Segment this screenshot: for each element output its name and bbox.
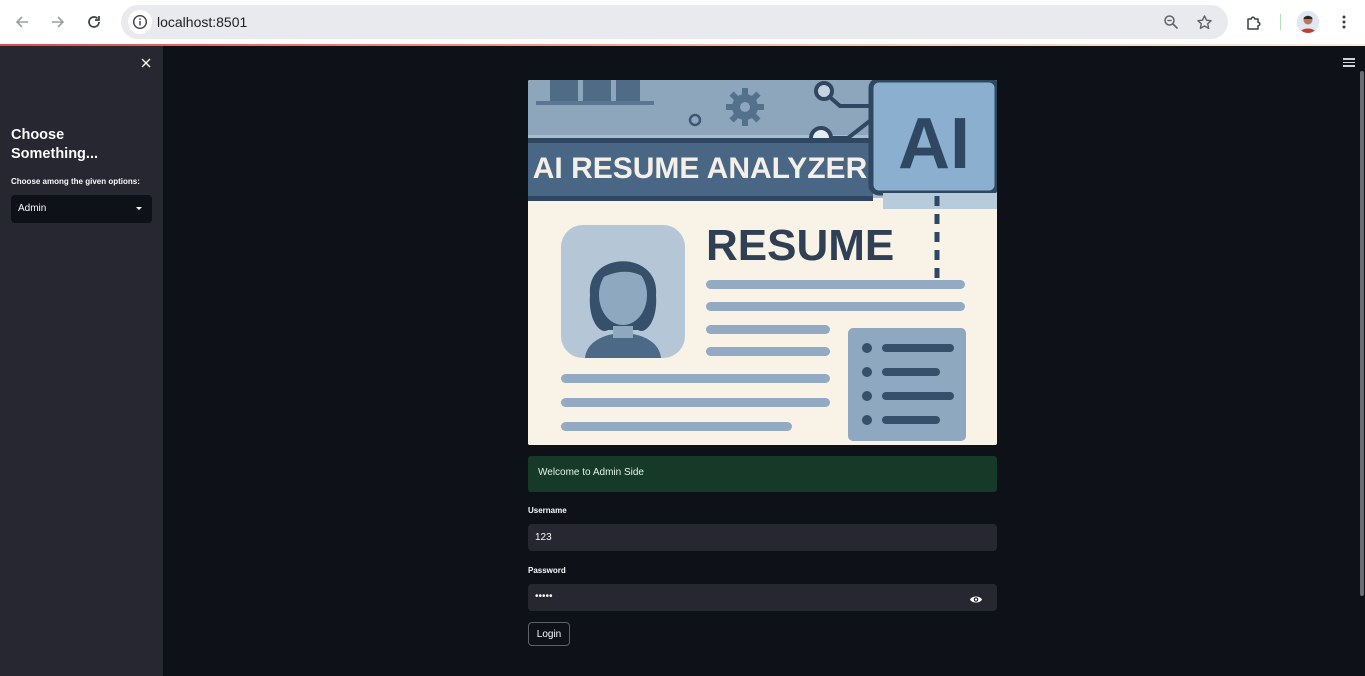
password-value: ••••• xyxy=(535,591,553,602)
forward-arrow-icon[interactable] xyxy=(46,10,70,34)
role-select[interactable]: Admin xyxy=(11,195,152,223)
chevron-down-icon xyxy=(136,207,142,210)
site-info-icon[interactable] xyxy=(128,10,152,34)
login-button-label: Login xyxy=(536,628,562,640)
zoom-icon[interactable] xyxy=(1161,12,1181,32)
scrollbar[interactable] xyxy=(1360,71,1364,596)
username-input[interactable]: 123 xyxy=(528,524,997,551)
back-arrow-icon[interactable] xyxy=(10,10,34,34)
toolbar-divider xyxy=(1280,14,1281,30)
username-label: Username xyxy=(528,506,567,515)
success-alert: Welcome to Admin Side xyxy=(528,456,997,492)
bookmark-star-icon[interactable] xyxy=(1194,12,1214,32)
close-icon[interactable] xyxy=(139,56,153,70)
sidebar-title: Choose Something... xyxy=(11,127,98,162)
extensions-icon[interactable] xyxy=(1242,10,1266,34)
show-password-eye-icon[interactable] xyxy=(969,592,983,603)
address-bar[interactable]: localhost:8501 xyxy=(121,5,1228,39)
more-menu-icon[interactable] xyxy=(1332,10,1356,34)
select-value: Admin xyxy=(18,203,47,214)
url-text[interactable]: localhost:8501 xyxy=(157,14,247,30)
profile-avatar[interactable] xyxy=(1297,11,1319,33)
resume-analyzer-banner: AI RESUME ANALYZER AI RESUME xyxy=(528,80,997,445)
banner-headline: AI RESUME ANALYZER xyxy=(533,152,868,185)
select-label: Choose among the given options: xyxy=(11,177,140,186)
password-input[interactable]: ••••• xyxy=(528,584,997,611)
alert-text: Welcome to Admin Side xyxy=(538,467,644,478)
menu-icon[interactable] xyxy=(1343,58,1355,67)
banner-resume-title: RESUME xyxy=(706,221,894,270)
password-label: Password xyxy=(528,566,566,575)
sidebar: Choose Something... Choose among the giv… xyxy=(0,46,163,676)
main-content: AI RESUME ANALYZER AI RESUME Welcome to … xyxy=(163,46,1365,676)
login-button[interactable]: Login xyxy=(528,622,570,646)
reload-icon[interactable] xyxy=(82,10,106,34)
banner-ai-badge: AI xyxy=(898,104,970,184)
username-value: 123 xyxy=(535,532,552,543)
browser-toolbar: localhost:8501 xyxy=(0,0,1365,45)
